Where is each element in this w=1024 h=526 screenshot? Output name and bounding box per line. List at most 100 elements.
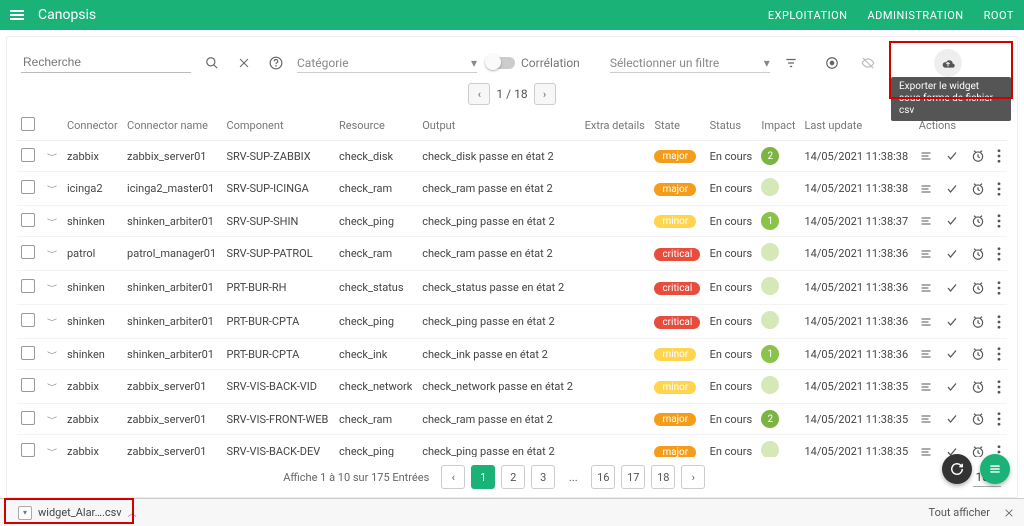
clear-search-icon[interactable] <box>233 52 255 74</box>
page-2[interactable]: 2 <box>501 465 525 489</box>
page-17[interactable]: 17 <box>621 465 645 489</box>
live-toggle-icon[interactable] <box>821 52 843 74</box>
row-checkbox[interactable] <box>21 245 35 259</box>
col-connector-name[interactable]: Connector name <box>123 111 222 141</box>
action-more-icon[interactable] <box>997 182 1001 196</box>
table-row[interactable]: ﹀ zabbix zabbix_server01 SRV-VIS-BACK-VI… <box>17 370 1007 404</box>
action-more-icon[interactable] <box>997 380 1001 394</box>
action-snooze-icon[interactable] <box>971 214 985 228</box>
table-row[interactable]: ﹀ shinken shinken_arbiter01 PRT-BUR-CPTA… <box>17 339 1007 370</box>
row-checkbox[interactable] <box>21 213 35 227</box>
col-component[interactable]: Component <box>222 111 335 141</box>
expand-row-icon[interactable]: ﹀ <box>47 381 57 392</box>
action-more-icon[interactable] <box>997 412 1001 426</box>
action-list-icon[interactable] <box>919 248 933 260</box>
expand-row-icon[interactable]: ﹀ <box>47 183 57 194</box>
show-all-downloads[interactable]: Tout afficher <box>929 506 990 519</box>
export-csv-button[interactable] <box>934 49 962 77</box>
mix-filters-icon[interactable] <box>780 52 802 74</box>
close-download-bar[interactable] <box>1004 508 1014 518</box>
next-page-top[interactable]: › <box>534 83 556 105</box>
action-list-icon[interactable] <box>919 348 933 360</box>
action-list-icon[interactable] <box>919 183 933 195</box>
action-more-icon[interactable] <box>997 149 1001 163</box>
action-list-icon[interactable] <box>919 215 933 227</box>
action-list-icon[interactable] <box>919 446 933 458</box>
expand-row-icon[interactable]: ﹀ <box>47 248 57 259</box>
search-field[interactable] <box>21 54 191 73</box>
col-extra[interactable]: Extra details <box>581 111 651 141</box>
action-list-icon[interactable] <box>919 381 933 393</box>
row-checkbox[interactable] <box>21 148 35 162</box>
table-row[interactable]: ﹀ icinga2 icinga2_master01 SRV-SUP-ICING… <box>17 172 1007 206</box>
menu-fab[interactable] <box>980 454 1010 484</box>
action-snooze-icon[interactable] <box>971 347 985 361</box>
action-more-icon[interactable] <box>997 247 1001 261</box>
page-1[interactable]: 1 <box>471 465 495 489</box>
action-snooze-icon[interactable] <box>971 281 985 295</box>
nav-exploitation[interactable]: EXPLOITATION <box>768 9 848 22</box>
action-list-icon[interactable] <box>919 282 933 294</box>
action-ack-icon[interactable] <box>945 381 959 393</box>
hamburger-icon[interactable] <box>10 10 24 20</box>
table-row[interactable]: ﹀ zabbix zabbix_server01 SRV-SUP-ZABBIX … <box>17 141 1007 172</box>
table-row[interactable]: ﹀ shinken shinken_arbiter01 PRT-BUR-CPTA… <box>17 305 1007 339</box>
search-input[interactable] <box>21 54 191 70</box>
col-state[interactable]: State <box>650 111 705 141</box>
next-page[interactable]: › <box>681 465 705 489</box>
table-row[interactable]: ﹀ zabbix zabbix_server01 SRV-VIS-BACK-DE… <box>17 435 1007 458</box>
row-checkbox[interactable] <box>21 411 35 425</box>
prev-page[interactable]: ‹ <box>441 465 465 489</box>
action-ack-icon[interactable] <box>945 248 959 260</box>
expand-row-icon[interactable]: ﹀ <box>47 151 57 162</box>
help-icon[interactable] <box>265 52 287 74</box>
action-ack-icon[interactable] <box>945 215 959 227</box>
search-icon[interactable] <box>201 52 223 74</box>
row-checkbox[interactable] <box>21 279 35 293</box>
table-row[interactable]: ﹀ shinken shinken_arbiter01 PRT-BUR-RH c… <box>17 271 1007 305</box>
action-list-icon[interactable] <box>919 150 933 162</box>
action-ack-icon[interactable] <box>945 150 959 162</box>
action-ack-icon[interactable] <box>945 348 959 360</box>
table-row[interactable]: ﹀ shinken shinken_arbiter01 SRV-SUP-SHIN… <box>17 206 1007 237</box>
action-snooze-icon[interactable] <box>971 412 985 426</box>
table-row[interactable]: ﹀ zabbix zabbix_server01 SRV-VIS-FRONT-W… <box>17 404 1007 435</box>
action-snooze-icon[interactable] <box>971 380 985 394</box>
table-row[interactable]: ﹀ patrol patrol_manager01 SRV-SUP-PATROL… <box>17 237 1007 271</box>
prev-page-top[interactable]: ‹ <box>468 83 490 105</box>
action-more-icon[interactable] <box>997 315 1001 329</box>
row-checkbox[interactable] <box>21 313 35 327</box>
category-dropdown[interactable]: Catégorie ▾ <box>297 54 477 73</box>
action-snooze-icon[interactable] <box>971 247 985 261</box>
col-impact[interactable]: Impact <box>757 111 800 141</box>
row-checkbox[interactable] <box>21 346 35 360</box>
action-more-icon[interactable] <box>997 214 1001 228</box>
hide-icon[interactable] <box>857 52 879 74</box>
action-snooze-icon[interactable] <box>971 182 985 196</box>
expand-row-icon[interactable]: ﹀ <box>47 446 57 457</box>
page-3[interactable]: 3 <box>531 465 555 489</box>
action-list-icon[interactable] <box>919 316 933 328</box>
col-resource[interactable]: Resource <box>335 111 418 141</box>
page-18[interactable]: 18 <box>651 465 675 489</box>
action-snooze-icon[interactable] <box>971 315 985 329</box>
action-list-icon[interactable] <box>919 413 933 425</box>
action-snooze-icon[interactable] <box>971 149 985 163</box>
select-all-checkbox[interactable] <box>21 117 35 131</box>
filter-dropdown[interactable]: Sélectionner un filtre ▾ <box>610 54 770 73</box>
expand-row-icon[interactable]: ﹀ <box>47 216 57 227</box>
nav-administration[interactable]: ADMINISTRATION <box>868 9 964 22</box>
row-checkbox[interactable] <box>21 180 35 194</box>
action-more-icon[interactable] <box>997 281 1001 295</box>
action-ack-icon[interactable] <box>945 316 959 328</box>
action-ack-icon[interactable] <box>945 413 959 425</box>
col-connector[interactable]: Connector <box>63 111 123 141</box>
col-output[interactable]: Output <box>418 111 580 141</box>
action-ack-icon[interactable] <box>945 282 959 294</box>
col-status[interactable]: Status <box>706 111 758 141</box>
expand-row-icon[interactable]: ﹀ <box>47 349 57 360</box>
correlation-toggle[interactable] <box>487 57 515 69</box>
nav-root[interactable]: ROOT <box>984 9 1014 22</box>
expand-row-icon[interactable]: ﹀ <box>47 316 57 327</box>
download-chip[interactable]: ▾ widget_Alar….csv ︿ <box>10 503 145 523</box>
